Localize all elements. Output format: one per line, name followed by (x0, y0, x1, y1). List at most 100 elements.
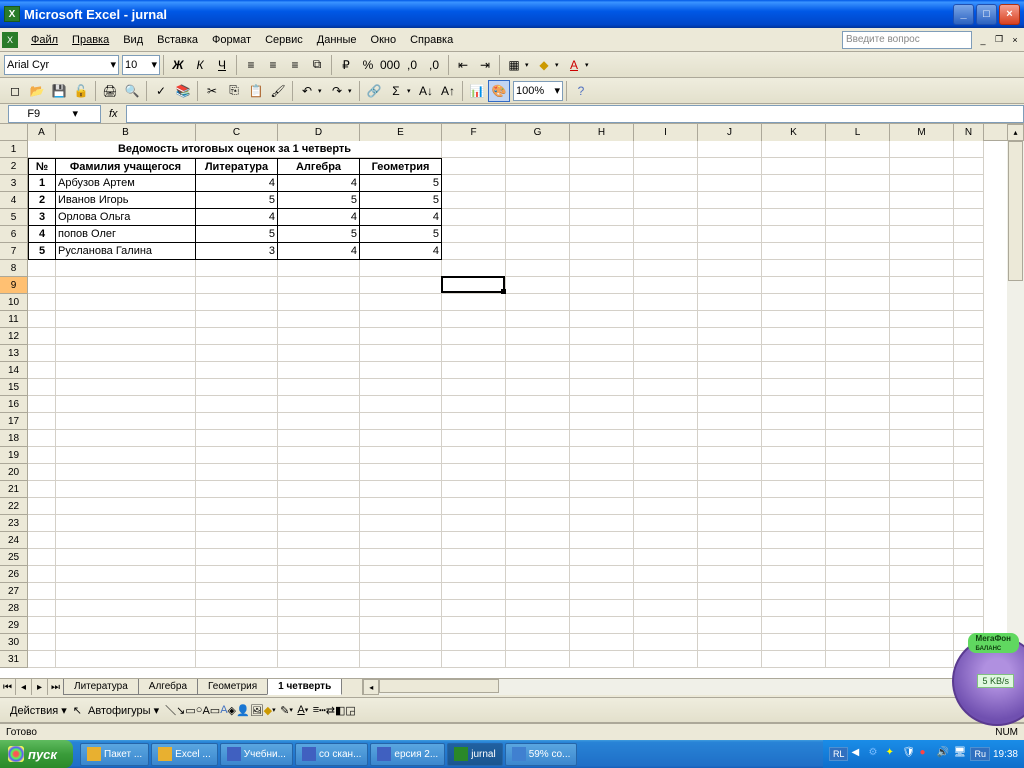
cell-J15[interactable] (698, 379, 762, 396)
cell-G14[interactable] (506, 362, 570, 379)
tab-last-button[interactable]: ⏭ (48, 679, 64, 695)
cell-C24[interactable] (196, 532, 278, 549)
spreadsheet-grid[interactable]: ABCDEFGHIJKLMN 1Ведомость итоговых оцено… (0, 124, 1007, 678)
col-header-G[interactable]: G (506, 124, 570, 141)
cell-G5[interactable] (506, 209, 570, 226)
cell-M7[interactable] (890, 243, 954, 260)
cell-I12[interactable] (634, 328, 698, 345)
cell-G4[interactable] (506, 192, 570, 209)
cell-I5[interactable] (634, 209, 698, 226)
cell-E28[interactable] (360, 600, 442, 617)
cell-I17[interactable] (634, 413, 698, 430)
cell-D25[interactable] (278, 549, 360, 566)
cell-D11[interactable] (278, 311, 360, 328)
cell-G13[interactable] (506, 345, 570, 362)
cell-H24[interactable] (570, 532, 634, 549)
cell-D3[interactable]: 4 (278, 175, 360, 192)
cell-H16[interactable] (570, 396, 634, 413)
megafon-widget[interactable]: МегаФонБАЛАНС 5 KB/s (929, 633, 1024, 718)
cell-H20[interactable] (570, 464, 634, 481)
cell-B19[interactable] (56, 447, 196, 464)
row-header-19[interactable]: 19 (0, 447, 28, 464)
cell-N11[interactable] (954, 311, 984, 328)
cell-G26[interactable] (506, 566, 570, 583)
cell-G19[interactable] (506, 447, 570, 464)
cell-N15[interactable] (954, 379, 984, 396)
cell-D16[interactable] (278, 396, 360, 413)
tab-prev-button[interactable]: ◂ (16, 679, 32, 695)
cell-B26[interactable] (56, 566, 196, 583)
cell-C3[interactable]: 4 (196, 175, 278, 192)
cell-C12[interactable] (196, 328, 278, 345)
research-button[interactable]: 📚 (172, 80, 194, 102)
cell-C23[interactable] (196, 515, 278, 532)
cell-I11[interactable] (634, 311, 698, 328)
cell-E18[interactable] (360, 430, 442, 447)
cell-K22[interactable] (762, 498, 826, 515)
cell-H2[interactable] (570, 158, 634, 175)
help-search-input[interactable] (842, 31, 972, 49)
cell-F4[interactable] (442, 192, 506, 209)
cell-D12[interactable] (278, 328, 360, 345)
cell-C16[interactable] (196, 396, 278, 413)
row-header-9[interactable]: 9 (0, 277, 28, 294)
line-color-button[interactable]: ✎ (280, 704, 289, 717)
cell-M26[interactable] (890, 566, 954, 583)
tab-first-button[interactable]: ⏮ (0, 679, 16, 695)
cell-F31[interactable] (442, 651, 506, 668)
cell-K12[interactable] (762, 328, 826, 345)
cell-F12[interactable] (442, 328, 506, 345)
cell-N20[interactable] (954, 464, 984, 481)
cell-E4[interactable]: 5 (360, 192, 442, 209)
start-button[interactable]: пуск (0, 740, 73, 768)
row-header-5[interactable]: 5 (0, 209, 28, 226)
cell-N9[interactable] (954, 277, 984, 294)
cell-B28[interactable] (56, 600, 196, 617)
cell-C27[interactable] (196, 583, 278, 600)
cell-F20[interactable] (442, 464, 506, 481)
cell-H29[interactable] (570, 617, 634, 634)
cell-M2[interactable] (890, 158, 954, 175)
cell-I1[interactable] (634, 141, 698, 158)
cell-D24[interactable] (278, 532, 360, 549)
cell-E17[interactable] (360, 413, 442, 430)
cell-A28[interactable] (28, 600, 56, 617)
taskbar-button-0[interactable]: Пакет ... (80, 743, 149, 766)
cell-J2[interactable] (698, 158, 762, 175)
cell-M17[interactable] (890, 413, 954, 430)
cell-K18[interactable] (762, 430, 826, 447)
cell-A27[interactable] (28, 583, 56, 600)
row-header-7[interactable]: 7 (0, 243, 28, 260)
drawing-button[interactable]: 🎨 (488, 80, 510, 102)
cell-J13[interactable] (698, 345, 762, 362)
cell-B20[interactable] (56, 464, 196, 481)
cell-J17[interactable] (698, 413, 762, 430)
taskbar-button-3[interactable]: со скан... (295, 743, 368, 766)
cell-N23[interactable] (954, 515, 984, 532)
row-header-14[interactable]: 14 (0, 362, 28, 379)
cell-A6[interactable]: 4 (28, 226, 56, 243)
row-header-3[interactable]: 3 (0, 175, 28, 192)
cell-G7[interactable] (506, 243, 570, 260)
cell-F1[interactable] (442, 141, 506, 158)
cell-J25[interactable] (698, 549, 762, 566)
clipart-button[interactable]: 👤 (236, 704, 250, 717)
close-button[interactable]: × (999, 4, 1020, 25)
cell-F30[interactable] (442, 634, 506, 651)
cell-I18[interactable] (634, 430, 698, 447)
cell-G11[interactable] (506, 311, 570, 328)
cell-K17[interactable] (762, 413, 826, 430)
cell-J11[interactable] (698, 311, 762, 328)
cell-A4[interactable]: 2 (28, 192, 56, 209)
cell-H26[interactable] (570, 566, 634, 583)
cell-C8[interactable] (196, 260, 278, 277)
cell-K8[interactable] (762, 260, 826, 277)
cell-B14[interactable] (56, 362, 196, 379)
cell-A29[interactable] (28, 617, 56, 634)
cell-H31[interactable] (570, 651, 634, 668)
cell-N1[interactable] (954, 141, 984, 158)
menu-tools[interactable]: Сервис (258, 31, 310, 49)
cell-C30[interactable] (196, 634, 278, 651)
cell-A21[interactable] (28, 481, 56, 498)
lang-indicator-1[interactable]: RL (829, 747, 849, 761)
